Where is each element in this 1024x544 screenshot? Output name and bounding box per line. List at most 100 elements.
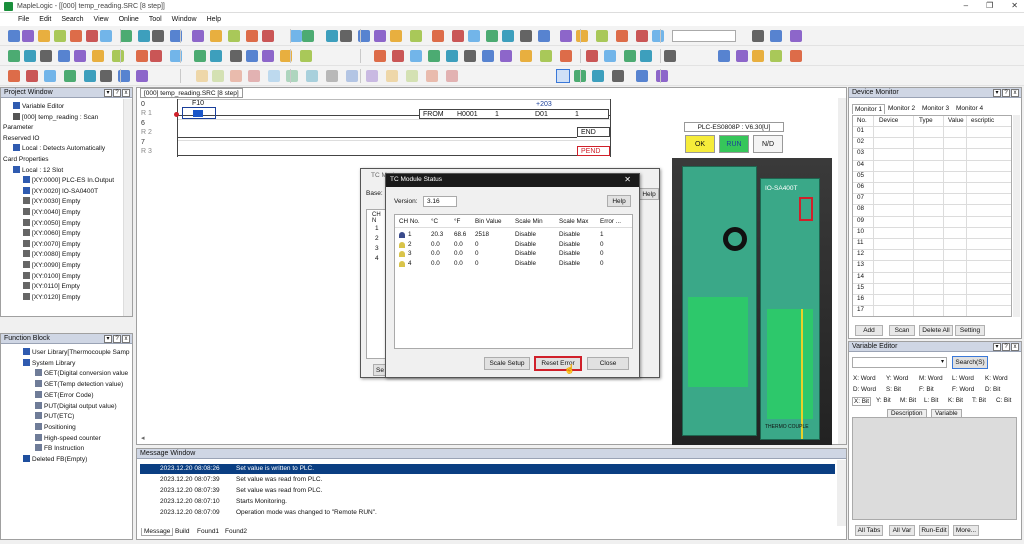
- device-row-number[interactable]: 04: [857, 161, 864, 168]
- device-row-number[interactable]: 08: [857, 205, 864, 212]
- dropdown-chevron-icon[interactable]: ▾: [941, 358, 944, 365]
- toolbar-button-icon[interactable]: [24, 50, 36, 62]
- toolbar-button-icon[interactable]: [40, 50, 52, 62]
- variable-run-edit-button[interactable]: Run-Edit: [919, 525, 949, 536]
- toolbar-button-icon[interactable]: [616, 30, 628, 42]
- end-instruction[interactable]: END: [577, 127, 610, 137]
- toolbar-button-icon[interactable]: [520, 30, 532, 42]
- project-tree-item[interactable]: [XY:0020] IO-SA0400T: [23, 186, 98, 197]
- message-row[interactable]: 2023.12.20 08:07:09 Operation mode was ch…: [140, 508, 835, 518]
- variable-more--button[interactable]: More...: [953, 525, 979, 536]
- toolbar-button-icon[interactable]: [246, 30, 258, 42]
- project-tree-item[interactable]: [XY:0040] Empty: [23, 208, 80, 218]
- toolbar-button-icon[interactable]: [8, 70, 20, 82]
- device-column-header[interactable]: Value: [948, 117, 964, 124]
- toolbar-button-icon[interactable]: [486, 30, 498, 42]
- menu-window[interactable]: Window: [172, 16, 197, 23]
- device-row-number[interactable]: 15: [857, 284, 864, 291]
- message-tab[interactable]: Build: [175, 528, 189, 535]
- toolbar-button-icon[interactable]: [230, 70, 242, 82]
- toolbar-button-icon[interactable]: [230, 50, 242, 62]
- toolbar-button-icon[interactable]: [636, 30, 648, 42]
- toolbar-button-icon[interactable]: [656, 70, 668, 82]
- toolbar-button-icon[interactable]: [790, 50, 802, 62]
- toolbar-button-icon[interactable]: [406, 70, 418, 82]
- toolbar-button-icon[interactable]: [586, 50, 598, 62]
- channel-item[interactable]: 3: [375, 245, 379, 252]
- restore-button[interactable]: ❐: [986, 1, 993, 10]
- toolbar-button-icon[interactable]: [392, 50, 404, 62]
- variable-tab[interactable]: M: Bit: [900, 397, 916, 404]
- device-setting-button[interactable]: Setting: [955, 325, 985, 336]
- tc-column-header[interactable]: °F: [454, 218, 460, 225]
- device-scrollbar[interactable]: [1013, 115, 1020, 317]
- variable-search-button[interactable]: Search(S): [952, 356, 988, 369]
- toolbar-button-icon[interactable]: [482, 50, 494, 62]
- close-icon[interactable]: x: [1011, 343, 1019, 351]
- monitor-tab[interactable]: Monitor 1: [852, 104, 886, 114]
- project-tree-item[interactable]: [XY:0070] Empty: [23, 239, 80, 250]
- variable-tab[interactable]: K: Bit: [948, 397, 963, 404]
- minimize-button[interactable]: –: [964, 1, 968, 10]
- toolbar-button-icon[interactable]: [446, 70, 458, 82]
- variable-tab[interactable]: Y: Word: [886, 375, 908, 382]
- project-tree-item[interactable]: [XY:0090] Empty: [23, 261, 80, 271]
- monitor-tab[interactable]: Monitor 3: [920, 104, 951, 114]
- variable-all-tabs-button[interactable]: All Tabs: [855, 525, 883, 536]
- project-tree-item[interactable]: [XY:0030] Empty: [23, 197, 80, 207]
- toolbar-button-icon[interactable]: [150, 50, 162, 62]
- toolbar-button-icon[interactable]: [26, 70, 38, 82]
- toolbar-button-icon[interactable]: [452, 30, 464, 42]
- tc-status-help-button[interactable]: Help: [607, 195, 631, 207]
- device-row-number[interactable]: 07: [857, 194, 864, 201]
- tc-column-header[interactable]: Error ...: [600, 218, 621, 225]
- device-row-number[interactable]: 14: [857, 273, 864, 280]
- device-column-header[interactable]: Type: [919, 117, 933, 124]
- toolbar-button-icon[interactable]: [54, 30, 66, 42]
- variable-tab[interactable]: L: Word: [952, 375, 974, 382]
- variable-tab[interactable]: F: Word: [952, 386, 974, 393]
- toolbar-button-icon[interactable]: [64, 70, 76, 82]
- device-add-button[interactable]: Add: [855, 325, 883, 336]
- toolbar-button-icon[interactable]: [664, 50, 676, 62]
- function-block-item[interactable]: Positioning: [35, 422, 76, 433]
- tc-table-row[interactable]: 3 0.0 0.0 0 Disable Disable 0: [395, 250, 632, 259]
- toolbar-button-icon[interactable]: [540, 50, 552, 62]
- toolbar-button-icon[interactable]: [374, 50, 386, 62]
- close-icon[interactable]: x: [122, 335, 130, 343]
- function-block-item[interactable]: Deleted FB(Empty): [23, 455, 87, 465]
- function-block-item[interactable]: FB Instruction: [35, 444, 84, 454]
- toolbar-button-icon[interactable]: [286, 70, 298, 82]
- toolbar-button-icon[interactable]: [152, 30, 164, 42]
- toolbar-button-icon[interactable]: [302, 30, 314, 42]
- toolbar-button-icon[interactable]: [136, 70, 148, 82]
- pin-icon[interactable]: ▾: [993, 343, 1001, 351]
- pend-instruction[interactable]: PEND: [577, 146, 610, 156]
- function-block-item[interactable]: System Library: [23, 358, 75, 369]
- project-tree-item[interactable]: [XY:0080] Empty: [23, 250, 80, 260]
- device-row-number[interactable]: 13: [857, 261, 864, 268]
- toolbar-button-icon[interactable]: [640, 50, 652, 62]
- device-column-header[interactable]: Device: [879, 117, 898, 124]
- toolbar-button-icon[interactable]: [340, 30, 352, 42]
- project-scrollbar[interactable]: [123, 99, 132, 316]
- function-block-item[interactable]: PUT(ETC): [35, 412, 74, 422]
- project-tree-item[interactable]: Reserved IO: [3, 134, 40, 144]
- toolbar-button-icon[interactable]: [8, 50, 20, 62]
- toolbar-button-icon[interactable]: [752, 30, 764, 42]
- variable-tab[interactable]: T: Bit: [972, 397, 986, 404]
- toolbar-button-icon[interactable]: [194, 50, 206, 62]
- toolbar-button-icon[interactable]: [390, 30, 402, 42]
- variable-tab[interactable]: C: Bit: [996, 397, 1011, 404]
- tc-column-header[interactable]: CH No.: [399, 218, 420, 225]
- toolbar-button-icon[interactable]: [112, 50, 124, 62]
- toolbar-button-icon[interactable]: [612, 70, 624, 82]
- tc-status-close-icon[interactable]: ✕: [624, 175, 631, 184]
- project-tree-item[interactable]: [XY:0050] Empty: [23, 218, 80, 229]
- pin-icon[interactable]: ▾: [104, 89, 112, 97]
- device-column-header[interactable]: No.: [857, 117, 867, 124]
- close-button[interactable]: Close: [587, 357, 629, 370]
- toolbar-button-icon[interactable]: [74, 50, 86, 62]
- menu-search[interactable]: Search: [61, 16, 83, 23]
- device-delete-all-button[interactable]: Delete All: [919, 325, 953, 336]
